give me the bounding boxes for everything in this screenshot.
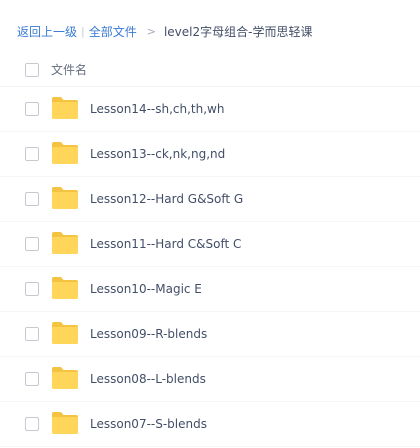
file-name[interactable]: Lesson14--sh,ch,th,wh (90, 102, 224, 116)
file-row[interactable]: Lesson08--L-blends (0, 357, 420, 402)
folder-icon[interactable] (51, 321, 79, 345)
file-name[interactable]: Lesson10--Magic E (90, 282, 202, 296)
file-name[interactable]: Lesson13--ck,nk,ng,nd (90, 147, 225, 161)
breadcrumb: 返回上一级 | 全部文件 > level2字母组合-学而思轻课 (17, 21, 312, 41)
file-name[interactable]: Lesson08--L-blends (90, 372, 206, 386)
folder-icon[interactable] (51, 231, 79, 255)
file-name[interactable]: Lesson12--Hard G&Soft G (90, 192, 243, 206)
all-files-link[interactable]: 全部文件 (89, 23, 137, 40)
file-row[interactable]: Lesson14--sh,ch,th,wh (0, 87, 420, 132)
file-row[interactable]: Lesson07--S-blends (0, 402, 420, 447)
folder-icon[interactable] (51, 186, 79, 210)
row-checkbox[interactable] (25, 237, 39, 251)
file-row[interactable]: Lesson13--ck,nk,ng,nd (0, 132, 420, 177)
row-checkbox[interactable] (25, 192, 39, 206)
file-row[interactable]: Lesson11--Hard C&Soft C (0, 222, 420, 267)
file-name[interactable]: Lesson11--Hard C&Soft C (90, 237, 241, 251)
file-name[interactable]: Lesson09--R-blends (90, 327, 207, 341)
back-link[interactable]: 返回上一级 (17, 23, 77, 40)
file-list-header: 文件名 (0, 53, 420, 87)
file-name[interactable]: Lesson07--S-blends (90, 417, 207, 431)
select-all-checkbox[interactable] (25, 62, 39, 77)
folder-icon[interactable] (51, 366, 79, 390)
row-checkbox[interactable] (25, 282, 39, 296)
folder-icon[interactable] (51, 276, 79, 300)
row-checkbox[interactable] (25, 372, 39, 386)
row-checkbox[interactable] (25, 327, 39, 341)
folder-icon[interactable] (51, 411, 79, 435)
folder-icon[interactable] (51, 96, 79, 120)
file-row[interactable]: Lesson10--Magic E (0, 267, 420, 312)
current-folder-label: level2字母组合-学而思轻课 (163, 24, 313, 39)
row-checkbox[interactable] (25, 147, 39, 161)
file-row[interactable]: Lesson09--R-blends (0, 312, 420, 357)
breadcrumb-divider: | (81, 24, 85, 38)
folder-icon[interactable] (51, 141, 79, 165)
file-row[interactable]: Lesson12--Hard G&Soft G (0, 177, 420, 222)
column-header-filename[interactable]: 文件名 (51, 61, 87, 78)
row-checkbox[interactable] (25, 102, 39, 116)
breadcrumb-arrow-icon: > (146, 24, 156, 38)
row-checkbox[interactable] (25, 417, 39, 431)
